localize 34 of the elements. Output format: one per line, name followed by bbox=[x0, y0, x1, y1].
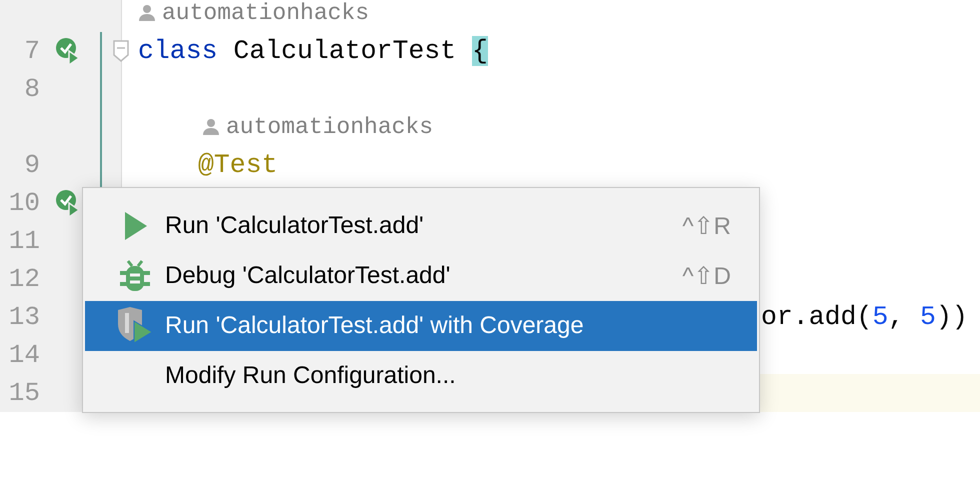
line-number: 12 bbox=[8, 264, 40, 294]
code-token: CalculatorTest bbox=[232, 36, 458, 66]
line-number: 15 bbox=[8, 378, 40, 408]
code-token: or.add( bbox=[761, 302, 872, 332]
run-test-icon[interactable] bbox=[55, 37, 81, 65]
author-hint[interactable]: automationhacks bbox=[162, 0, 370, 26]
code-token: 5 bbox=[920, 302, 936, 332]
play-icon bbox=[122, 211, 148, 241]
line-number: 13 bbox=[8, 302, 40, 332]
menu-item[interactable]: Modify Run Configuration... bbox=[85, 351, 757, 401]
bug-icon bbox=[119, 259, 151, 293]
run-test-icon[interactable] bbox=[55, 189, 81, 217]
shortcut-label: ^⇧D bbox=[682, 262, 731, 290]
shortcut-label: ^⇧R bbox=[682, 212, 731, 240]
line-number: 14 bbox=[8, 340, 40, 370]
code-token: 5 bbox=[872, 302, 888, 332]
line-number: 10 bbox=[8, 188, 40, 218]
code-token: @Test bbox=[198, 150, 278, 180]
code-token: class bbox=[138, 36, 218, 66]
brace-match: { bbox=[472, 36, 488, 66]
menu-item[interactable]: Debug 'CalculatorTest.add' ^⇧D bbox=[85, 251, 757, 301]
code-token: , bbox=[888, 302, 906, 332]
menu-item[interactable]: Run 'CalculatorTest.add' ^⇧R bbox=[85, 201, 757, 251]
fold-icon[interactable] bbox=[113, 40, 129, 62]
person-icon bbox=[138, 4, 156, 22]
person-icon bbox=[202, 118, 220, 136]
menu-item[interactable]: Run 'CalculatorTest.add' with Coverage bbox=[85, 301, 757, 351]
code-token: )) bbox=[936, 302, 968, 332]
line-number: 9 bbox=[23, 150, 40, 180]
line-number: 7 bbox=[23, 36, 40, 66]
line-number: 11 bbox=[8, 226, 40, 256]
coverage-icon bbox=[116, 307, 154, 345]
author-hint[interactable]: automationhacks bbox=[226, 114, 434, 140]
line-number: 8 bbox=[23, 74, 40, 104]
